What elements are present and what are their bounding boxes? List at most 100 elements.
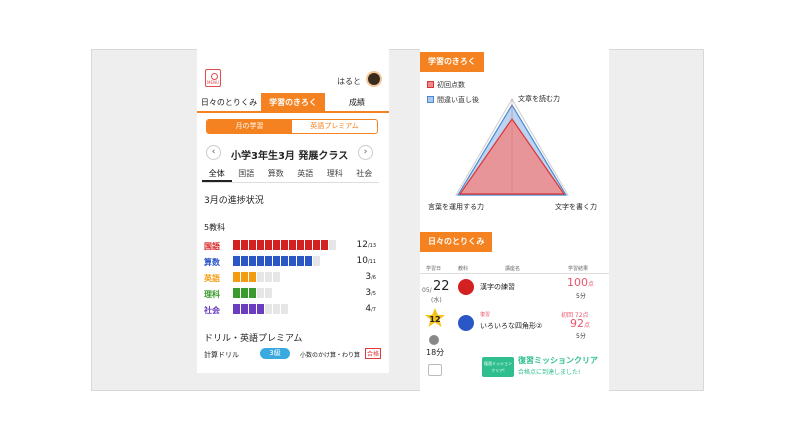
progress-cell xyxy=(329,256,336,266)
progress-cell xyxy=(305,256,312,266)
avatar[interactable] xyxy=(366,71,382,87)
menu-button[interactable]: MENU xyxy=(205,69,221,87)
progress-cell xyxy=(281,256,288,266)
progress-cell xyxy=(265,304,272,314)
camera-icon[interactable] xyxy=(428,364,442,376)
mission-banner: 復習ミッション クリア! 復習ミッションクリア 合格点に到達しました! xyxy=(482,354,604,380)
progress-cell xyxy=(305,272,312,282)
subject-tab-all[interactable]: 全体 xyxy=(202,165,232,182)
progress-count: 3/5 xyxy=(365,288,376,298)
progress-cell xyxy=(297,288,304,298)
subject-tab-japanese[interactable]: 国語 xyxy=(232,165,262,182)
subject-name: 算数 xyxy=(204,258,220,267)
top-bar: MENU はると xyxy=(197,49,389,93)
progress-cell xyxy=(297,256,304,266)
progress-cell xyxy=(265,272,272,282)
progress-cell xyxy=(289,272,296,282)
progress-cell xyxy=(257,288,264,298)
tab-grades[interactable]: 成績 xyxy=(325,93,389,111)
segment-english-premium[interactable]: 英語プレミアム xyxy=(292,120,377,133)
progress-count: 10/11 xyxy=(356,256,377,266)
radar-chart xyxy=(455,98,569,196)
progress-cell xyxy=(329,288,336,298)
progress-cell xyxy=(321,288,328,298)
daily-header: 日々のとりくみ xyxy=(420,232,493,252)
progress-cell xyxy=(297,240,304,250)
mission-subtitle: 合格点に到達しました! xyxy=(518,369,581,376)
progress-cell xyxy=(329,240,336,250)
tab-daily[interactable]: 日々のとりくみ xyxy=(197,93,261,111)
record-screen: 学習のきろく 初回点数 間違い直し後 文章を読む力 文字を書く力 言葉を運用する… xyxy=(420,49,609,391)
progress-cell xyxy=(249,304,256,314)
subject-tab-math[interactable]: 算数 xyxy=(261,165,291,182)
date-month: 05/ xyxy=(422,287,432,294)
lesson-title: 漢字の練習 xyxy=(480,283,515,291)
subject-name: 社会 xyxy=(204,306,220,315)
japanese-icon xyxy=(458,279,474,295)
lesson-row-1[interactable]: 漢字の練習 100点 5分 xyxy=(456,276,606,307)
progress-bar xyxy=(233,272,337,282)
subject-name: 国語 xyxy=(204,242,220,251)
col-subject: 教科 xyxy=(458,266,469,272)
review-label: 復習 xyxy=(480,312,491,318)
subject-tab-english[interactable]: 英語 xyxy=(291,165,321,182)
progress-cell xyxy=(249,240,256,250)
progress-cell xyxy=(321,304,328,314)
progress-cell xyxy=(329,272,336,282)
date-weekday: (水) xyxy=(431,297,442,304)
progress-cell xyxy=(265,256,272,266)
progress-row[interactable]: 英語 3/6 xyxy=(197,269,389,285)
progress-cell xyxy=(281,240,288,250)
progress-cell xyxy=(281,272,288,282)
math-icon xyxy=(458,315,474,331)
drill-label: 計算ドリル xyxy=(204,351,239,359)
segment-monthly[interactable]: 月の学習 xyxy=(207,120,292,133)
progress-cell xyxy=(241,272,248,282)
progress-row[interactable]: 理科 3/5 xyxy=(197,285,389,301)
drill-row[interactable]: 計算ドリル 3級 小数のかけ算・わり算 合格 xyxy=(197,347,389,363)
progress-cell xyxy=(249,256,256,266)
progress-cell xyxy=(249,288,256,298)
progress-cell xyxy=(273,288,280,298)
progress-cell xyxy=(257,256,264,266)
progress-bar xyxy=(233,240,337,250)
clock-icon xyxy=(429,335,439,345)
progress-count: 12/13 xyxy=(356,240,377,250)
progress-cell xyxy=(233,304,240,314)
next-arrow-icon[interactable]: › xyxy=(358,145,373,160)
progress-cell xyxy=(273,272,280,282)
progress-cell xyxy=(273,240,280,250)
lesson-row-2[interactable]: 復習 いろいろな四角形② 初回 72点 92点 5分 xyxy=(456,311,606,341)
progress-cell xyxy=(249,272,256,282)
progress-bar xyxy=(233,288,337,298)
lesson-minutes: 5分 xyxy=(576,293,586,300)
radar-label-reading: 文章を読む力 xyxy=(518,95,560,103)
progress-cell xyxy=(257,272,264,282)
pass-badge: 合格 xyxy=(365,348,382,359)
mission-tag: 復習ミッション クリア! xyxy=(482,357,514,377)
progress-cell xyxy=(313,288,320,298)
subject-tabs: 全体 国語 算数 英語 理科 社会 xyxy=(202,165,379,183)
col-date: 学習日 xyxy=(426,266,442,272)
tab-record[interactable]: 学習のきろく xyxy=(261,93,325,111)
subject-name: 理科 xyxy=(204,290,220,299)
progress-cell xyxy=(233,288,240,298)
progress-cell xyxy=(313,304,320,314)
progress-cell xyxy=(321,240,328,250)
username: はると xyxy=(337,77,361,86)
progress-cell xyxy=(305,240,312,250)
progress-rows: 国語 12/13 算数 10/11 英語 3/6 理科 3/5 社会 4/7 xyxy=(197,237,389,317)
progress-cell xyxy=(289,240,296,250)
progress-cell xyxy=(273,304,280,314)
progress-row[interactable]: 算数 10/11 xyxy=(197,253,389,269)
progress-cell xyxy=(329,304,336,314)
radar-label-usage: 言葉を運用する力 xyxy=(428,203,484,211)
prev-arrow-icon[interactable]: ‹ xyxy=(206,145,221,160)
class-selector: ‹ 小学3年生3月 発展クラス › xyxy=(197,137,389,165)
subject-tab-social[interactable]: 社会 xyxy=(350,165,380,182)
progress-row[interactable]: 国語 12/13 xyxy=(197,237,389,253)
progress-row[interactable]: 社会 4/7 xyxy=(197,301,389,317)
subject-tab-science[interactable]: 理科 xyxy=(320,165,350,182)
progress-bar xyxy=(233,304,337,314)
col-result: 学習結果 xyxy=(568,266,589,272)
